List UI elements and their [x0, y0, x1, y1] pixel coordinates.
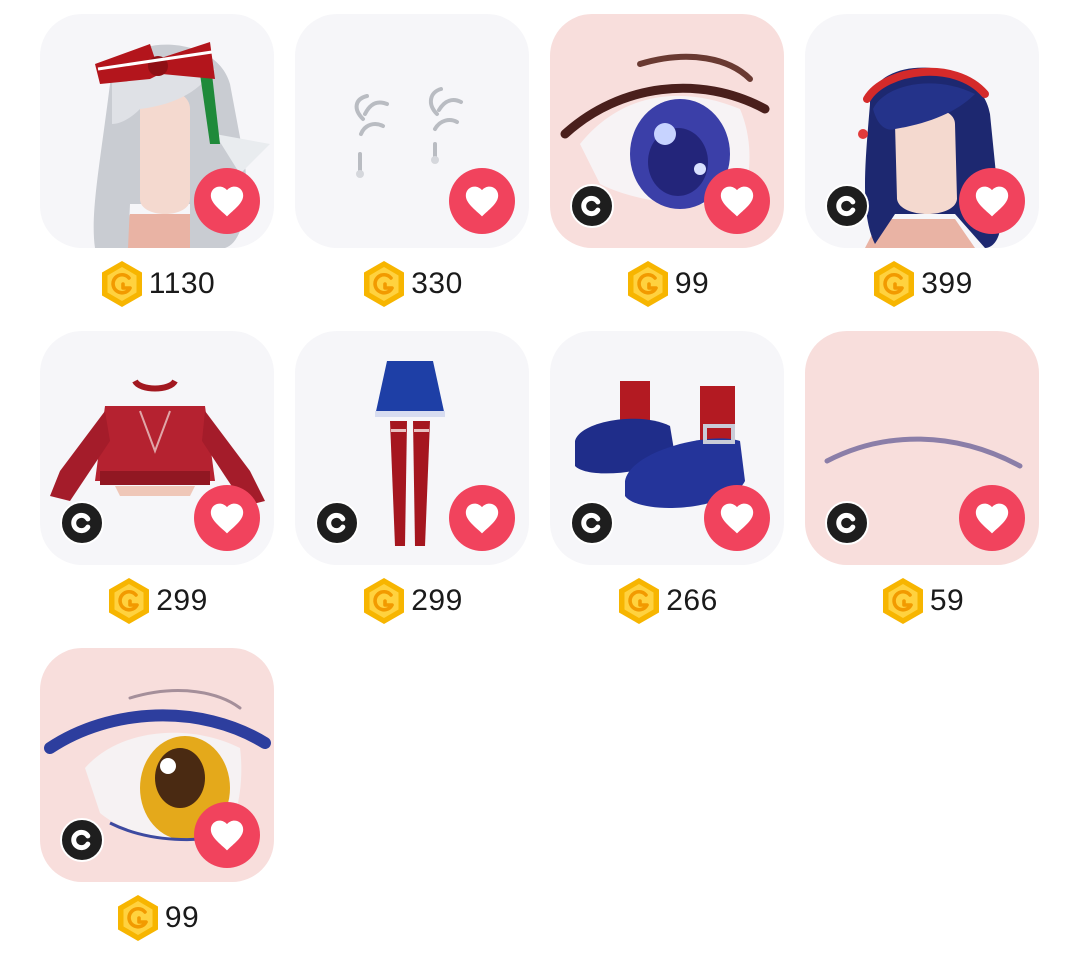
heart-icon [462, 181, 502, 221]
favorite-button[interactable] [449, 485, 515, 551]
heart-icon [972, 181, 1012, 221]
c-icon [574, 505, 610, 541]
heart-icon [207, 181, 247, 221]
item-thumbnail[interactable] [550, 14, 784, 248]
item-card[interactable]: 99 [40, 648, 274, 948]
heart-icon [207, 498, 247, 538]
item-price: 266 [550, 575, 784, 627]
item-card[interactable]: 399 [805, 14, 1039, 314]
favorite-button[interactable] [704, 168, 770, 234]
coin-icon [616, 576, 662, 626]
c-icon [829, 505, 865, 541]
coin-icon [99, 259, 145, 309]
heart-icon [717, 498, 757, 538]
favorite-button[interactable] [959, 485, 1025, 551]
favorite-button[interactable] [704, 485, 770, 551]
item-thumbnail[interactable] [805, 14, 1039, 248]
item-price: 399 [805, 258, 1039, 310]
item-thumbnail[interactable] [40, 14, 274, 248]
heart-icon [717, 181, 757, 221]
coin-icon [871, 259, 917, 309]
item-thumbnail[interactable] [550, 331, 784, 565]
item-thumbnail[interactable] [40, 648, 274, 882]
c-icon [64, 505, 100, 541]
coin-icon [625, 259, 671, 309]
item-card[interactable]: 59 [805, 331, 1039, 631]
item-card[interactable]: 299 [40, 331, 274, 631]
coin-icon [880, 576, 926, 626]
price-label: 1130 [148, 267, 216, 300]
creator-badge [315, 501, 359, 545]
item-thumbnail[interactable] [295, 331, 529, 565]
creator-badge [570, 184, 614, 228]
heart-icon [972, 498, 1012, 538]
item-card[interactable]: 266 [550, 331, 784, 631]
creator-badge [825, 501, 869, 545]
coin-icon [115, 893, 161, 943]
coin-icon [361, 259, 407, 309]
price-label: 59 [929, 584, 965, 617]
item-card[interactable]: 1130 [40, 14, 274, 314]
item-thumbnail[interactable] [295, 14, 529, 248]
heart-icon [207, 815, 247, 855]
item-card[interactable]: 299 [295, 331, 529, 631]
creator-badge [60, 501, 104, 545]
c-icon [319, 505, 355, 541]
c-icon [64, 822, 100, 858]
item-thumbnail[interactable] [805, 331, 1039, 565]
favorite-button[interactable] [449, 168, 515, 234]
c-icon [574, 188, 610, 224]
item-price: 99 [550, 258, 784, 310]
heart-icon [462, 498, 502, 538]
favorite-button[interactable] [194, 168, 260, 234]
favorite-button[interactable] [194, 802, 260, 868]
favorite-button[interactable] [959, 168, 1025, 234]
item-thumbnail[interactable] [40, 331, 274, 565]
creator-badge [825, 184, 869, 228]
item-price: 99 [40, 892, 274, 944]
item-price: 1130 [40, 258, 274, 310]
item-price: 299 [40, 575, 274, 627]
item-price: 299 [295, 575, 529, 627]
coin-icon [106, 576, 152, 626]
favorite-button[interactable] [194, 485, 260, 551]
price-label: 99 [674, 267, 710, 300]
coin-icon [361, 576, 407, 626]
item-card[interactable]: 330 [295, 14, 529, 314]
item-grid: 1130 330 99 399 299 299 266 59 99 [0, 0, 1080, 969]
item-price: 330 [295, 258, 529, 310]
item-card[interactable]: 99 [550, 14, 784, 314]
creator-badge [570, 501, 614, 545]
price-label: 299 [156, 584, 208, 617]
item-price: 59 [805, 575, 1039, 627]
price-label: 399 [921, 267, 973, 300]
price-label: 99 [164, 901, 200, 934]
price-label: 330 [411, 267, 463, 300]
c-icon [829, 188, 865, 224]
creator-badge [60, 818, 104, 862]
price-label: 299 [411, 584, 463, 617]
price-label: 266 [666, 584, 718, 617]
